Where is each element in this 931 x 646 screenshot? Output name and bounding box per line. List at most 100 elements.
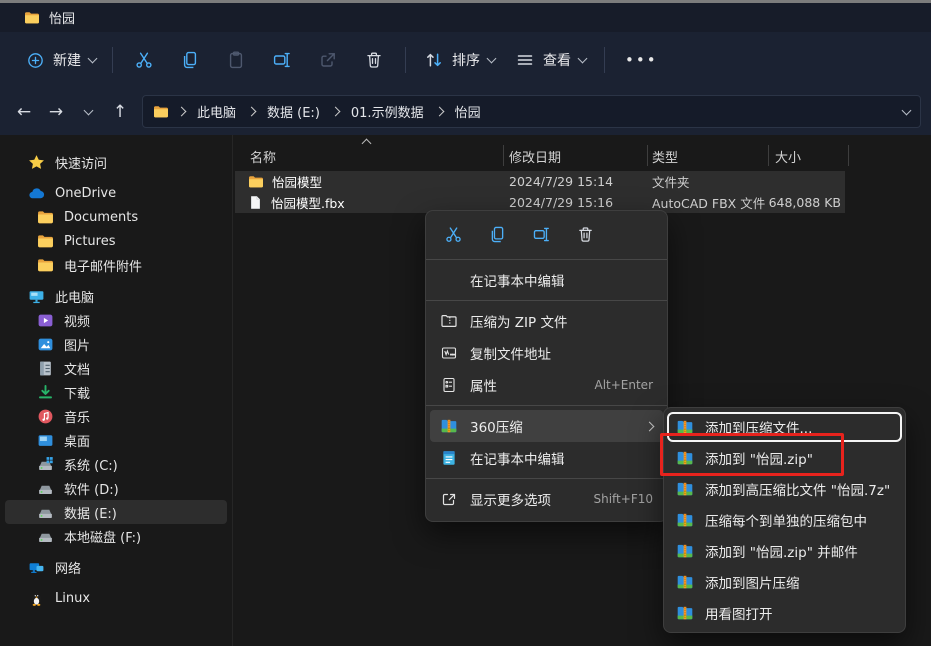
breadcrumb-current-folder[interactable]: 怡园: [452, 100, 484, 123]
sidebar-item-label: 图片: [64, 335, 90, 354]
sort-button[interactable]: 排序: [414, 42, 505, 78]
up-button[interactable]: ↑: [104, 96, 136, 128]
column-header-name[interactable]: 名称: [250, 147, 276, 166]
annotation-highlight-box: [660, 433, 844, 476]
star-icon: [28, 154, 45, 171]
file-icon: [248, 195, 263, 210]
up-arrow-icon: ↑: [113, 102, 127, 122]
title-bar: 怡园: [0, 3, 931, 32]
trash-icon: [576, 225, 595, 244]
submenu-item-add-to-zip-and-email[interactable]: 添加到 "怡园.zip" 并邮件: [667, 536, 902, 566]
column-divider[interactable]: [768, 145, 769, 166]
forward-button[interactable]: →: [40, 96, 72, 128]
paste-button[interactable]: [213, 42, 259, 78]
sort-button-label: 排序: [452, 50, 480, 70]
sidebar-item-label: 系统 (C:): [64, 455, 118, 474]
sidebar-item-desktop[interactable]: 桌面: [5, 428, 227, 452]
cut-icon: [444, 225, 463, 244]
sidebar-item-drive-f[interactable]: 本地磁盘 (F:): [5, 524, 227, 548]
sidebar-item-email-attachments[interactable]: 电子邮件附件: [5, 253, 227, 277]
file-row-folder[interactable]: 怡园模型 2024/7/29 15:14 文件夹: [235, 171, 845, 192]
sidebar-item-pictures[interactable]: Pictures: [5, 229, 227, 253]
submenu-item-add-to-7z[interactable]: 添加到高压缩比文件 "怡园.7z": [667, 474, 902, 504]
submenu-item-add-to-image-compress[interactable]: 添加到图片压缩: [667, 567, 902, 597]
menu-item-360-compress[interactable]: 360压缩: [430, 410, 663, 442]
cut-menu-button[interactable]: [436, 219, 471, 249]
back-button[interactable]: ←: [8, 96, 40, 128]
copy-path-icon: [440, 344, 458, 362]
submenu-item-compress-each-separately[interactable]: 压缩每个到单独的压缩包中: [667, 505, 902, 535]
rename-icon: [532, 225, 551, 244]
navigation-pane: 快速访问 OneDrive Documents Pictures 电子邮件附件 …: [0, 135, 232, 646]
sidebar-item-videos[interactable]: 视频: [5, 308, 227, 332]
context-menu: 在记事本中编辑 压缩为 ZIP 文件 复制文件地址 属性 Alt+Enter 3…: [425, 210, 668, 522]
zip-folder-icon: [440, 312, 458, 330]
column-header-type[interactable]: 类型: [652, 147, 678, 166]
sidebar-item-network[interactable]: 网络: [5, 555, 227, 579]
sidebar-item-documents[interactable]: Documents: [5, 205, 227, 229]
file-type: 文件夹: [652, 172, 690, 191]
recent-locations-button[interactable]: [72, 96, 104, 128]
column-header-size[interactable]: 大小: [775, 147, 801, 166]
shortcut-label: Shift+F10: [593, 492, 653, 506]
share-icon: [318, 50, 338, 70]
delete-menu-button[interactable]: [568, 219, 603, 249]
breadcrumb-this-pc[interactable]: 此电脑: [194, 100, 239, 123]
address-dropdown-icon[interactable]: [902, 105, 912, 115]
breadcrumb-drive-e[interactable]: 数据 (E:): [264, 100, 323, 123]
copy-button[interactable]: [167, 42, 213, 78]
copy-menu-button[interactable]: [480, 219, 515, 249]
view-button-label: 查看: [543, 50, 571, 70]
back-arrow-icon: ←: [17, 102, 31, 122]
share-button[interactable]: [305, 42, 351, 78]
sidebar-item-music[interactable]: 音乐: [5, 404, 227, 428]
toolbar-divider: [112, 47, 113, 73]
sidebar-item-drive-c[interactable]: 系统 (C:): [5, 452, 227, 476]
rename-button[interactable]: [259, 42, 305, 78]
column-divider[interactable]: [848, 145, 849, 166]
column-divider[interactable]: [647, 145, 648, 166]
toolbar-divider: [405, 47, 406, 73]
sidebar-item-label: Documents: [64, 210, 138, 225]
address-bar[interactable]: 此电脑 数据 (E:) 01.示例数据 怡园: [142, 95, 921, 128]
menu-item-compress-to-zip[interactable]: 压缩为 ZIP 文件: [430, 305, 663, 337]
sidebar-item-downloads[interactable]: 下载: [5, 380, 227, 404]
breadcrumb-sample-data[interactable]: 01.示例数据: [348, 100, 427, 123]
menu-item-show-more-options[interactable]: 显示更多选项 Shift+F10: [430, 483, 663, 515]
menu-item-label: 压缩为 ZIP 文件: [470, 311, 567, 331]
sidebar-item-documents-library[interactable]: 文档: [5, 356, 227, 380]
menu-item-copy-file-path[interactable]: 复制文件地址: [430, 337, 663, 369]
menu-item-edit-in-notepad[interactable]: 在记事本中编辑: [430, 442, 663, 474]
sidebar-item-linux[interactable]: Linux: [5, 586, 227, 610]
folder-icon: [37, 257, 54, 274]
menu-item-label: 显示更多选项: [470, 489, 551, 509]
picture-icon: [37, 336, 54, 353]
cut-icon: [134, 50, 154, 70]
forward-arrow-icon: →: [49, 102, 63, 122]
rename-menu-button[interactable]: [524, 219, 559, 249]
menu-item-label: 在记事本中编辑: [470, 270, 565, 290]
sidebar-item-pictures-library[interactable]: 图片: [5, 332, 227, 356]
menu-item-label: 属性: [470, 375, 497, 395]
sidebar-item-drive-e[interactable]: 数据 (E:): [5, 500, 227, 524]
sidebar-item-this-pc[interactable]: 此电脑: [5, 284, 227, 308]
cut-button[interactable]: [121, 42, 167, 78]
sidebar-item-onedrive[interactable]: OneDrive: [5, 181, 227, 205]
copy-icon: [180, 50, 200, 70]
sidebar-item-label: OneDrive: [55, 186, 116, 201]
view-button[interactable]: 查看: [505, 42, 596, 78]
menu-item-properties[interactable]: 属性 Alt+Enter: [430, 369, 663, 401]
new-button[interactable]: 新建: [18, 42, 104, 78]
column-divider[interactable]: [503, 145, 504, 166]
sidebar-item-label: 视频: [64, 311, 90, 330]
submenu-item-open-with-image-viewer[interactable]: 用看图打开: [667, 598, 902, 628]
zip360-icon: [676, 573, 694, 591]
column-header-date[interactable]: 修改日期: [509, 147, 561, 166]
folder-icon: [24, 10, 40, 26]
file-size: 648,088 KB: [769, 195, 841, 210]
more-commands-button[interactable]: •••: [613, 42, 670, 78]
delete-button[interactable]: [351, 42, 397, 78]
sidebar-item-drive-d[interactable]: 软件 (D:): [5, 476, 227, 500]
sidebar-item-quick-access[interactable]: 快速访问: [5, 150, 227, 174]
menu-item-edit-in-notepad-top[interactable]: 在记事本中编辑: [430, 264, 663, 296]
